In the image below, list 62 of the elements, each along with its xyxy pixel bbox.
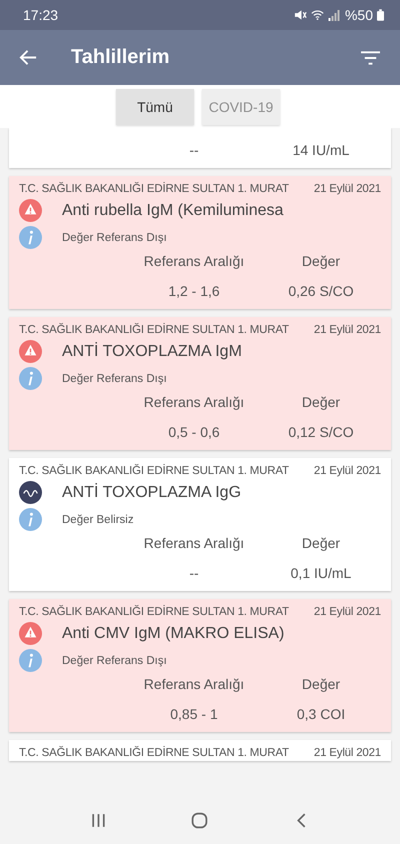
column-label: Referans Aralığı [142,535,246,551]
result-value: 0,1 IU/mL [290,565,352,581]
result-card[interactable]: -- 14 IU/mL [9,128,391,168]
battery-icon [377,9,384,21]
column-label: Değer [300,535,342,551]
result-date: 21 Eylül 2021 [314,324,381,336]
back-icon [19,48,38,67]
test-name: ANTİ TOXOPLAZMA IgM [62,342,242,360]
filter-icon [361,50,380,64]
column-label: Referans Aralığı [142,676,246,692]
filter-tab[interactable]: Tümü [116,88,194,124]
result-card[interactable]: T.C. SAĞLIK BAKANLIĞI EDİRNE SULTAN 1. MURAT 21 Eylül 2021 [9,740,391,761]
reference-range: 0,85 - 1 [169,706,219,722]
result-date: 21 Eylül 2021 [314,183,381,195]
column-label: Değer [300,676,342,692]
info-icon [19,367,42,390]
warning-icon [19,622,42,645]
info-icon [19,508,42,531]
result-value: 0,3 COI [296,706,346,722]
mute-icon [294,9,307,21]
info-icon [19,226,42,249]
reference-range: -- [188,142,200,158]
test-name: ANTİ TOXOPLAZMA IgG [62,484,242,502]
institution-name: T.C. SAĞLIK BAKANLIĞI EDİRNE SULTAN 1. MURAT [19,747,289,759]
info-icon [19,649,42,672]
column-label: Değer [300,394,342,410]
battery-level: %50 [344,7,373,23]
result-date: 21 Eylül 2021 [314,606,381,618]
result-status: Değer Referans Dışı [62,232,167,244]
institution-name: T.C. SAĞLIK BAKANLIĞI EDİRNE SULTAN 1. MURAT [19,606,289,618]
wifi-icon [310,9,324,21]
screen-title: Tahlillerim [71,46,171,69]
recent-apps-icon [90,812,108,829]
column-label: Referans Aralığı [142,253,246,269]
home-icon [191,812,208,829]
wave-icon [19,481,42,504]
test-name: Anti CMV IgM (MAKRO ELISA) [62,624,284,642]
result-card[interactable]: T.C. SAĞLIK BAKANLIĞI EDİRNE SULTAN 1. MURAT 21 Eylül 2021 ANTİ TOXOPLAZMA IgG Değer Belirsiz Referans Aralığı Değer -- 0,1 IU/mL [9,458,391,591]
result-value: 0,12 S/CO [287,424,355,440]
result-status: Değer Referans Dışı [62,372,167,384]
warning-icon [19,340,42,363]
result-value: 0,26 S/CO [287,283,355,299]
result-status: Değer Belirsiz [62,514,134,526]
institution-name: T.C. SAĞLIK BAKANLIĞI EDİRNE SULTAN 1. MURAT [19,183,289,195]
result-card[interactable]: T.C. SAĞLIK BAKANLIĞI EDİRNE SULTAN 1. MURAT 21 Eylül 2021 Anti rubella IgM (Kemiluminesa Değer Referans Dışı Referans Aralığı Değer 1,2 - 1,6 0,26 S/CO [9,176,391,309]
result-card[interactable]: T.C. SAĞLIK BAKANLIĞI EDİRNE SULTAN 1. MURAT 21 Eylül 2021 Anti CMV IgM (MAKRO ELISA) Değer Referans Dışı Referans Aralığı Değer 0,85 - 1 0,3 COI [9,599,391,732]
warning-icon [19,199,42,222]
result-date: 21 Eylül 2021 [314,747,381,759]
result-card[interactable]: T.C. SAĞLIK BAKANLIĞI EDİRNE SULTAN 1. MURAT 21 Eylül 2021 ANTİ TOXOPLAZMA IgM Değer Referans Dışı Referans Aralığı Değer 0,5 - 0,6 0,12 S/CO [9,317,391,450]
result-value: 14 IU/mL [292,142,350,158]
column-label: Referans Aralığı [142,394,246,410]
result-date: 21 Eylül 2021 [314,465,381,477]
institution-name: T.C. SAĞLIK BAKANLIĞI EDİRNE SULTAN 1. MURAT [19,324,289,336]
reference-range: -- [188,565,200,581]
column-label: Değer [300,253,342,269]
status-time: 17:23 [23,7,58,23]
signal-icon [328,9,341,21]
result-status: Değer Referans Dışı [62,654,167,666]
reference-range: 1,2 - 1,6 [167,283,221,299]
test-name: Anti rubella IgM (Kemiluminesa [62,202,284,220]
reference-range: 0,5 - 0,6 [167,424,221,440]
institution-name: T.C. SAĞLIK BAKANLIĞI EDİRNE SULTAN 1. MURAT [19,465,289,477]
